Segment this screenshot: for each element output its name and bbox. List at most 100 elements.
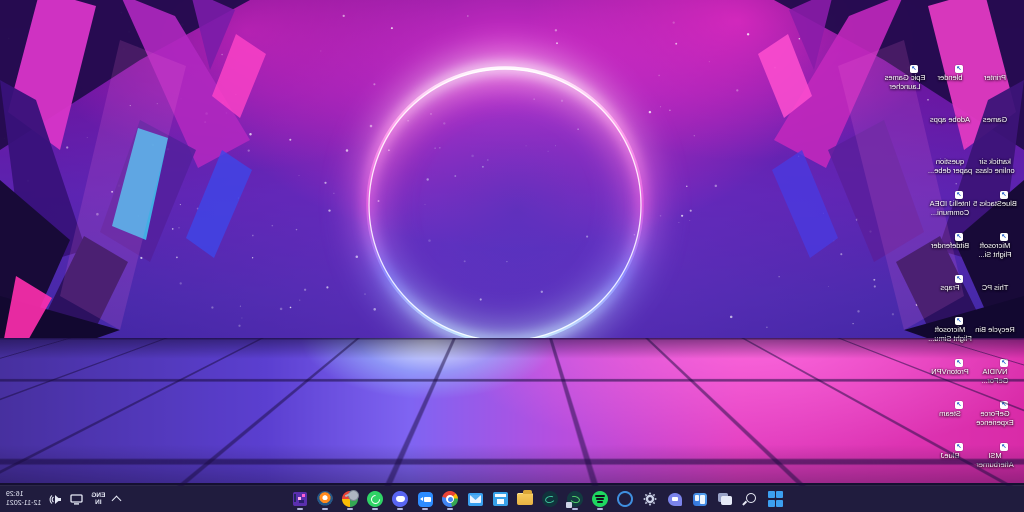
shortcut-arrow-badge: ↗ [955, 275, 963, 283]
shortcut-arrow-badge: ↗ [1000, 191, 1008, 199]
chrome-icon[interactable] [441, 489, 460, 510]
hidden-icons-chevron-icon[interactable] [112, 496, 122, 506]
msi-afterburner-icon: ↗ [983, 426, 1007, 450]
desktop-icon-label: question paper debe... [927, 158, 973, 175]
desktop-icon-fraps[interactable]: ↗Fraps [927, 258, 973, 293]
protonvpn-icon: ↗ [938, 342, 962, 366]
desktop-icon-blender[interactable]: ↗ blender [927, 48, 973, 83]
desktop-icon-this-pc[interactable]: This PC [972, 258, 1018, 293]
desktop-icon-microsoft-flight-simulator[interactable]: ↗Microsoft Flight Si... [972, 216, 1018, 259]
taskbar-app-group [291, 486, 785, 512]
steam-icon: ↗ [938, 384, 962, 408]
desktop-icon-kartick-sir-online-class[interactable]: kartick sir online class [972, 132, 1018, 175]
desktop-icon-label: Recycle Bin [972, 326, 1018, 335]
pixel-app-icon[interactable] [291, 489, 310, 510]
bitdefender-icon: ↗ [938, 216, 962, 240]
desktop-icon-intellij-idea-community[interactable]: ↗IntelliJ IDEA Communi... [927, 174, 973, 217]
spotify-icon[interactable] [591, 489, 610, 510]
desktop-icon-label: Microsoft Flight Simu... [927, 326, 973, 343]
desktop-icon-label: BlueStacks 5 [972, 200, 1018, 209]
intellij-idea-community-icon: ↗ [938, 174, 962, 198]
desktop-icon-nvidia-geforce[interactable]: ↗NVIDIA GeFor... [972, 342, 1018, 385]
desktop-icon-label: This PC [972, 284, 1018, 293]
desktop-icon-label: GeForce Experience [972, 410, 1018, 427]
desktop-icon-label: Bitdefender [927, 242, 973, 251]
recycle-bin-icon [983, 300, 1007, 324]
desktop-icon-label: IntelliJ IDEA Communi... [927, 200, 973, 217]
nvidia-geforce-icon[interactable] [566, 489, 585, 510]
language-indicator[interactable]: ENG IN [91, 492, 105, 506]
desktop-icon-microsoft-flight-simu[interactable]: ↗Microsoft Flight Simu... [927, 300, 973, 343]
desktop-icon-label: Epic Games Launcher [882, 74, 928, 91]
desktop-icon-bluestacks-5[interactable]: ↗BlueStacks 5 [972, 174, 1018, 209]
steam-icon[interactable] [341, 489, 360, 510]
clock-time: 16:29 [6, 490, 41, 499]
desktop-icon-adobe-apps[interactable]: Adobe apps [927, 90, 973, 125]
desktop-icon-label: blender [927, 74, 973, 83]
microsoft-store-icon[interactable] [491, 489, 510, 510]
blender-icon[interactable] [316, 489, 335, 510]
microsoft-flight-simu-icon: ↗ [938, 300, 962, 324]
desktop-icon-protonvpn[interactable]: ↗ProtonVPN [927, 342, 973, 377]
desktop-icon-label: NVIDIA GeFor... [972, 368, 1018, 385]
games-icon [983, 90, 1007, 114]
desktop-icon-label: MSI Afterburner [972, 452, 1018, 469]
desktop-icon-steam[interactable]: ↗ Steam [927, 384, 973, 419]
shortcut-arrow-badge: ↗ [910, 65, 918, 73]
microsoft-flight-simulator-icon: ↗ [983, 216, 1007, 240]
discord-icon[interactable] [391, 489, 410, 510]
task-view-icon[interactable] [716, 489, 735, 510]
clock[interactable]: 16:29 12-11-2021 [6, 490, 41, 508]
desktop-icon-bluej[interactable]: ↗BlueJ [927, 426, 973, 461]
running-indicator [398, 508, 404, 510]
desktop-icon-bitdefender[interactable]: ↗Bitdefender [927, 216, 973, 251]
shortcut-arrow-badge: ↗ [955, 443, 963, 451]
mail-icon[interactable] [466, 489, 485, 510]
desktop-icon-label: Adobe apps [927, 116, 973, 125]
desktop-icon-games[interactable]: Games [972, 90, 1018, 125]
floor-shading [0, 338, 1024, 486]
desktop-icon-label: kartick sir online class [972, 158, 1018, 175]
zoom-icon[interactable] [416, 489, 435, 510]
file-explorer-icon[interactable] [516, 489, 535, 510]
fraps-icon: ↗ [938, 258, 962, 282]
desktop-icon-recycle-bin[interactable]: Recycle Bin [972, 300, 1018, 335]
shortcut-arrow-badge: ↗ [955, 317, 963, 325]
kartick-sir-online-class-icon [983, 132, 1007, 156]
widgets-icon[interactable] [691, 489, 710, 510]
printer-icon [983, 48, 1007, 72]
desktop-icon-label: Steam [927, 410, 973, 419]
search-icon[interactable] [741, 489, 760, 510]
desktop-icon-label: Games [972, 116, 1018, 125]
shortcut-arrow-badge: ↗ [1000, 359, 1008, 367]
network-icon[interactable] [70, 494, 83, 505]
running-indicator [448, 508, 454, 510]
running-indicator [298, 508, 304, 510]
desktop-icon-msi-afterburner[interactable]: ↗ MSI Afterburner [972, 426, 1018, 469]
language-line1: ENG [91, 492, 105, 499]
desktop-icon-label: Fraps [927, 284, 973, 293]
shortcut-arrow-badge: ↗ [955, 359, 963, 367]
ring-app-icon[interactable] [616, 489, 635, 510]
desktop-icon-epic-games-launcher[interactable]: ↗Epic Games Launcher [882, 48, 928, 91]
start-button[interactable] [766, 489, 785, 510]
running-indicator [598, 508, 604, 510]
desktop-icon-printer[interactable]: Printer [972, 48, 1018, 83]
desktop-icon-label: Printer [972, 74, 1018, 83]
teams-chat-icon[interactable] [666, 489, 685, 510]
shortcut-arrow-badge: ↗ [955, 233, 963, 241]
shortcut-arrow-badge: ↗ [955, 191, 963, 199]
desktop-icon-question-paper-doc[interactable]: question paper debe... [927, 132, 973, 175]
settings-icon[interactable] [641, 489, 660, 510]
blender-icon: ↗ [938, 48, 962, 72]
taskbar[interactable]: ENG IN 16:29 12-11-2021 [0, 485, 1024, 512]
desktop-icon-geforce-experience[interactable]: ↗GeForce Experience [972, 384, 1018, 427]
bluej-icon: ↗ [938, 426, 962, 450]
desktop-icon-label: Microsoft Flight Si... [972, 242, 1018, 259]
geforce-experience-icon[interactable] [541, 489, 560, 510]
mirrored-windows-desktop[interactable]: Printer↗blender↗Epic Games LauncherGames… [0, 0, 1024, 512]
question-paper-doc-icon [938, 132, 962, 156]
whatsapp-icon[interactable] [366, 489, 385, 510]
volume-icon[interactable] [49, 494, 62, 505]
shortcut-arrow-badge: ↗ [1000, 233, 1008, 241]
